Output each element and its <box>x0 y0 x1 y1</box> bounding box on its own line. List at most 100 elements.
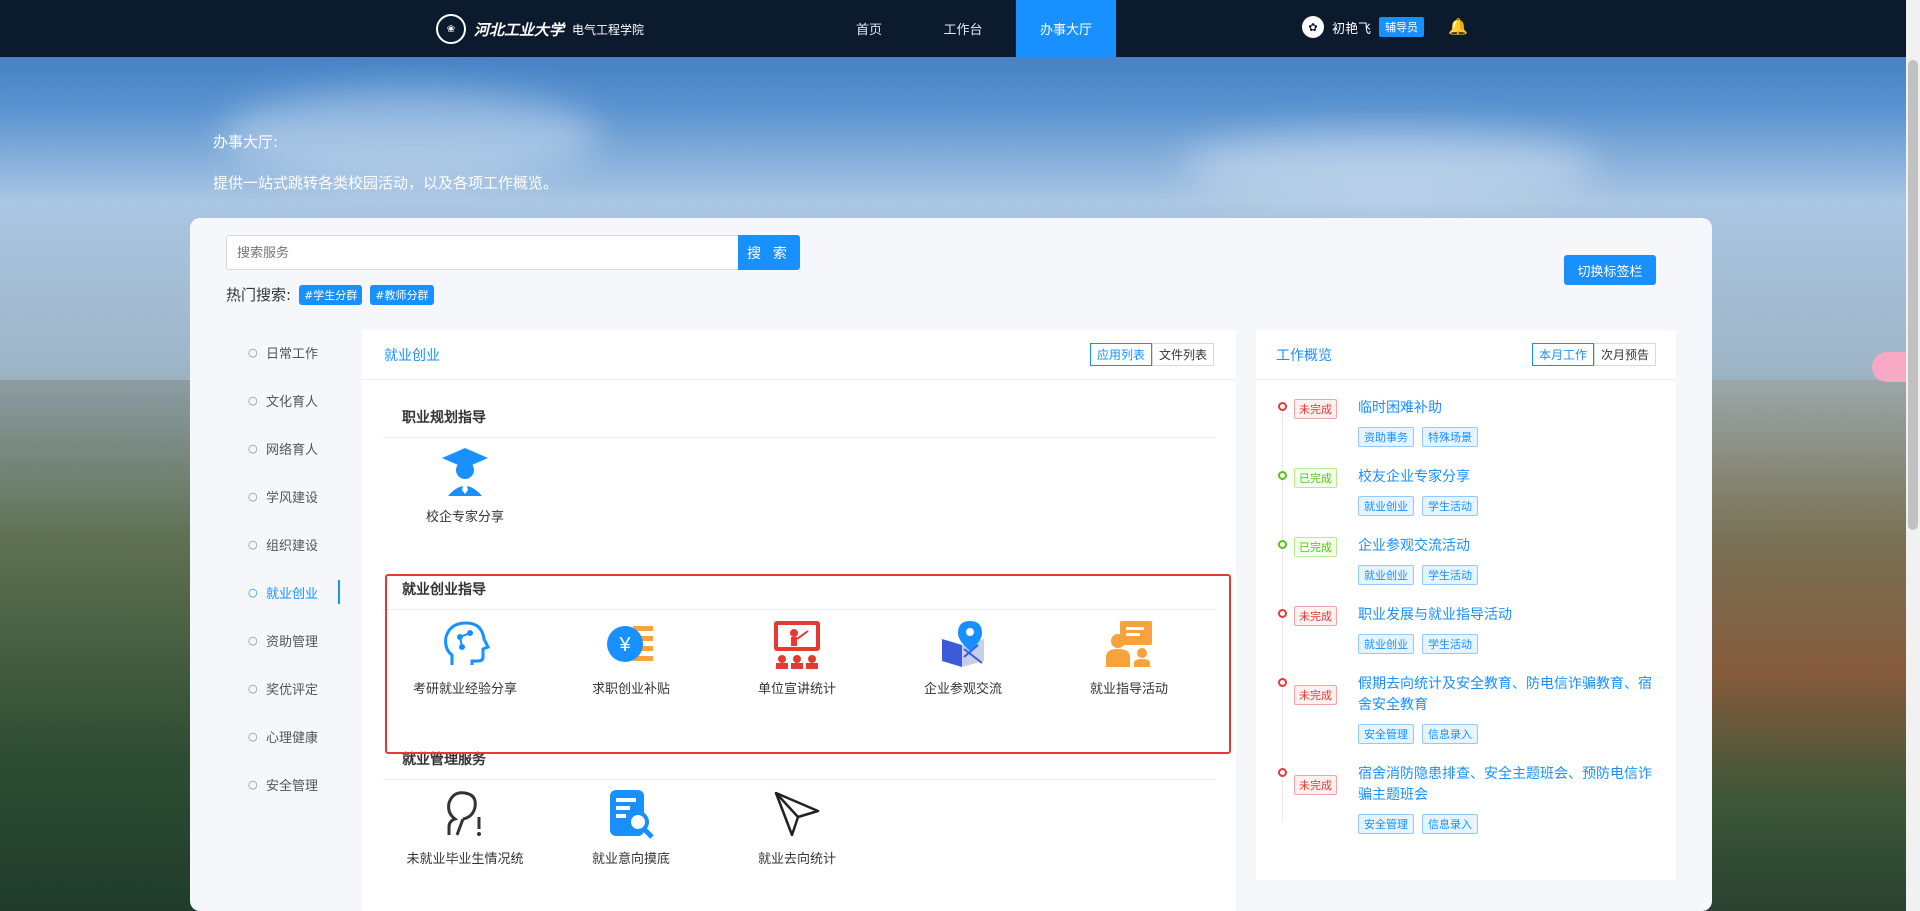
timeline-item-title[interactable]: 假期去向统计及安全教育、防电信诈骗教育、宿舍安全教育 <box>1358 674 1658 716</box>
item-tag[interactable]: 信息录入 <box>1422 814 1478 834</box>
background-scene-left <box>0 380 220 911</box>
sidebar-item-culture[interactable]: ○ 文化育人 <box>230 376 340 424</box>
status-dot <box>1278 471 1287 480</box>
timeline-item-title[interactable]: 宿舍消防隐患排查、安全主题班会、预防电信诈骗主题班会 <box>1358 764 1658 806</box>
timeline-item[interactable]: 未完成 假期去向统计及安全教育、防电信诈骗教育、宿舍安全教育 安全管理 信息录入 <box>1278 674 1658 744</box>
status-badge: 已完成 <box>1294 537 1337 557</box>
hot-tag-teacher-group[interactable]: #教师分群 <box>370 284 434 305</box>
tab-next-month[interactable]: 次月预告 <box>1593 343 1656 366</box>
college-name: 电气工程学院 <box>572 22 645 37</box>
status-dot <box>1278 678 1287 687</box>
item-tag[interactable]: 信息录入 <box>1422 724 1478 744</box>
item-tag[interactable]: 学生活动 <box>1422 634 1478 654</box>
category-sidebar: ○ 日常工作 ○ 文化育人 ○ 网络育人 ○ 学风建设 ○ 组织建设 ○ 就业创业 ○ 资助管… <box>230 328 340 808</box>
floating-side-tab[interactable] <box>1872 352 1906 382</box>
sidebar-item-network[interactable]: ○ 网络育人 <box>230 424 340 472</box>
item-tag[interactable]: 学生活动 <box>1422 496 1478 516</box>
app-intention-survey[interactable]: 就业意向摸底 <box>548 788 714 867</box>
nav-home[interactable]: 首页 <box>828 0 910 57</box>
app-expert-sharing[interactable]: 校企专家分享 <box>382 446 548 525</box>
apple-icon: ○ <box>248 441 258 455</box>
page-scrollbar[interactable] <box>1906 0 1920 911</box>
status-badge: 未完成 <box>1294 399 1337 419</box>
item-tag[interactable]: 安全管理 <box>1358 814 1414 834</box>
sidebar-item-financial-aid[interactable]: ○ 资助管理 <box>230 616 340 664</box>
item-tag[interactable]: 学生活动 <box>1422 565 1478 585</box>
graduate-icon <box>439 446 491 498</box>
timeline-item[interactable]: 未完成 职业发展与就业指导活动 就业创业 学生活动 <box>1278 605 1658 654</box>
apple-icon: ○ <box>248 345 258 359</box>
user-avatar-icon[interactable]: ✿ <box>1302 16 1324 38</box>
paper-plane-icon <box>771 788 823 840</box>
sidebar-item-safety[interactable]: ○ 安全管理 <box>230 760 340 808</box>
school-seal-icon: ❀ <box>436 14 466 44</box>
role-badge: 辅导员 <box>1379 17 1425 37</box>
apple-icon: ○ <box>248 393 258 407</box>
search-button[interactable]: 搜 索 <box>738 235 800 270</box>
timeline-item-title[interactable]: 临时困难补助 <box>1358 398 1658 419</box>
section-career-planning: 职业规划指导 校企专家分享 <box>382 398 1216 525</box>
section-employment-management: 就业管理服务 未就业毕业生情况统 就业意向摸底 就业去向统计 <box>382 740 1216 867</box>
timeline-item[interactable]: 已完成 校友企业专家分享 就业创业 学生活动 <box>1278 467 1658 516</box>
app-destination-stats[interactable]: 就业去向统计 <box>714 788 880 867</box>
apple-icon: ○ <box>248 633 258 647</box>
apple-icon: ○ <box>248 729 258 743</box>
item-tag[interactable]: 安全管理 <box>1358 724 1414 744</box>
apple-icon: ○ <box>248 489 258 503</box>
apple-icon: ○ <box>248 777 258 791</box>
timeline-item[interactable]: 未完成 宿舍消防隐患排查、安全主题班会、预防电信诈骗主题班会 安全管理 信息录入 <box>1278 764 1658 834</box>
section-title: 职业规划指导 <box>382 398 1216 438</box>
sidebar-item-awards[interactable]: ○ 奖优评定 <box>230 664 340 712</box>
item-tag[interactable]: 就业创业 <box>1358 496 1414 516</box>
apple-icon: ○ <box>248 585 258 599</box>
overview-header: 工作概览 本月工作 次月预告 <box>1256 330 1676 380</box>
search-input[interactable] <box>226 235 738 270</box>
item-tag[interactable]: 就业创业 <box>1358 565 1414 585</box>
school-logo[interactable]: ❀ 河北工业大学 电气工程学院 <box>436 14 644 44</box>
timeline-item-title[interactable]: 校友企业专家分享 <box>1358 467 1658 488</box>
work-overview-panel: 工作概览 本月工作 次月预告 未完成 临时困难补助 资助事务 特殊场景 已完成 校… <box>1256 330 1676 880</box>
app-panel-header: 就业创业 应用列表 文件列表 <box>362 330 1236 380</box>
nav-service-hall[interactable]: 办事大厅 <box>1016 0 1116 57</box>
apple-icon: ○ <box>248 681 258 695</box>
person-alert-icon <box>439 788 491 840</box>
sidebar-item-daily-work[interactable]: ○ 日常工作 <box>230 328 340 376</box>
apple-icon: ○ <box>248 537 258 551</box>
main-nav: 首页 工作台 办事大厅 <box>828 0 1128 57</box>
sidebar-item-employment[interactable]: ○ 就业创业 <box>230 568 340 616</box>
sidebar-item-mental-health[interactable]: ○ 心理健康 <box>230 712 340 760</box>
hot-search-label: 热门搜索: <box>226 286 292 304</box>
status-dot <box>1278 540 1287 549</box>
nav-workbench[interactable]: 工作台 <box>922 0 1004 57</box>
view-app-list[interactable]: 应用列表 <box>1089 343 1152 366</box>
overview-tabs: 本月工作 次月预告 <box>1531 343 1656 366</box>
item-tag[interactable]: 就业创业 <box>1358 634 1414 654</box>
item-tag[interactable]: 特殊场景 <box>1422 427 1478 447</box>
sidebar-item-study-style[interactable]: ○ 学风建设 <box>230 472 340 520</box>
timeline-item[interactable]: 已完成 企业参观交流活动 就业创业 学生活动 <box>1278 536 1658 585</box>
overview-timeline: 未完成 临时困难补助 资助事务 特殊场景 已完成 校友企业专家分享 就业创业 学生活… <box>1278 398 1658 854</box>
background-scene-right <box>1680 380 1920 911</box>
view-file-list[interactable]: 文件列表 <box>1151 343 1214 366</box>
timeline-item-title[interactable]: 企业参观交流活动 <box>1358 536 1658 557</box>
highlight-annotation-box <box>385 574 1231 754</box>
tab-this-month[interactable]: 本月工作 <box>1531 343 1594 366</box>
main-card: 搜 索 热门搜索: #学生分群 #教师分群 切换标签栏 ○日常工作 ○文化育人 … <box>190 218 1712 911</box>
user-info[interactable]: ✿ 初艳飞 辅导员 🔔 <box>1302 16 1468 38</box>
item-tag[interactable]: 资助事务 <box>1358 427 1414 447</box>
timeline-item-title[interactable]: 职业发展与就业指导活动 <box>1358 605 1658 626</box>
overview-title: 工作概览 <box>1276 347 1332 364</box>
hot-tag-student-group[interactable]: #学生分群 <box>299 284 363 305</box>
timeline-item[interactable]: 未完成 临时困难补助 资助事务 特殊场景 <box>1278 398 1658 447</box>
status-dot <box>1278 768 1287 777</box>
app-unemployed-stats[interactable]: 未就业毕业生情况统 <box>382 788 548 867</box>
bell-icon[interactable]: 🔔 <box>1448 18 1468 36</box>
switch-tab-button[interactable]: 切换标签栏 <box>1564 255 1656 285</box>
sidebar-item-organization[interactable]: ○ 组织建设 <box>230 520 340 568</box>
status-dot <box>1278 402 1287 411</box>
scrollbar-thumb[interactable] <box>1908 60 1918 530</box>
top-navigation-bar: ❀ 河北工业大学 电气工程学院 首页 工作台 办事大厅 ✿ 初艳飞 辅导员 🔔 <box>0 0 1920 57</box>
status-badge: 未完成 <box>1294 685 1337 705</box>
document-search-icon <box>605 788 657 840</box>
status-badge: 已完成 <box>1294 468 1337 488</box>
